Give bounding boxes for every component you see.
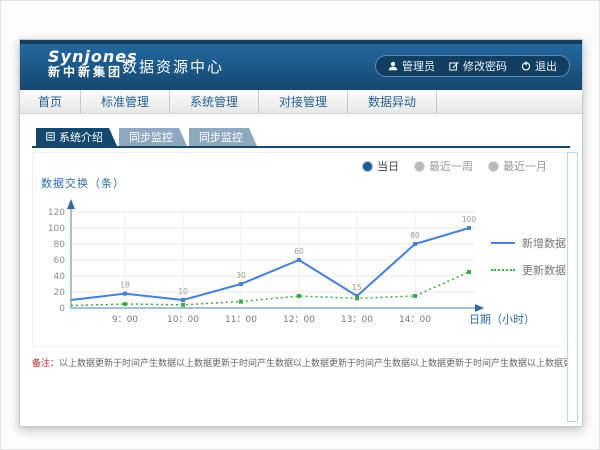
radio-last-month-label: 最近一月 [503,158,547,174]
svg-text:100: 100 [462,215,477,224]
nav-item-interface-mgmt[interactable]: 对接管理 [259,90,348,113]
radio-last-week[interactable]: 最近一周 [415,158,473,174]
tab-bar: 系统介绍 同步监控 同步监控 [36,128,257,146]
svg-text:80: 80 [54,240,66,250]
nav-item-data-change[interactable]: 数据异动 [348,90,437,113]
change-password-button[interactable]: 修改密码 [449,58,507,74]
chart-panel: 当日 最近一周 最近一月 数据交换（条） 0 20 40 60 80 100 120 9：00… [32,152,572,347]
tab-sync-monitor-1[interactable]: 同步监控 [119,128,187,146]
logout-button[interactable]: 退出 [521,58,557,74]
tab-label: 同步监控 [199,129,243,145]
tab-label: 系统介绍 [59,129,103,145]
legend-label: 更新数据 [522,262,566,278]
person-icon [388,61,398,71]
app-header: Synjones 新中新集团 数据资源中心 管理员 修改密码 [20,40,582,90]
footnote-text: 以上数据更新于时间产生数据以上数据更新于时间产生数据以上数据更新于时间产生数据以… [59,359,570,369]
x-axis-title: 日期（小时） [469,311,535,327]
radio-unselected-icon [415,162,424,171]
vertical-scrollbar[interactable] [567,152,578,422]
admin-user-label: 管理员 [402,58,435,74]
chart-legend: 新增数据 更新数据 [491,235,566,289]
user-toolbar: 管理员 修改密码 退出 [375,55,570,77]
tab-underline [32,146,570,148]
radio-today[interactable]: 当日 [363,158,399,174]
svg-text:11：00: 11：00 [225,315,257,325]
logout-label: 退出 [535,58,557,74]
svg-text:15: 15 [352,283,362,292]
svg-text:18: 18 [120,281,130,290]
admin-user-button[interactable]: 管理员 [388,58,435,74]
footnote-prefix: 备注： [32,359,59,369]
svg-text:80: 80 [410,231,420,240]
svg-text:9：00: 9：00 [112,315,138,325]
svg-text:120: 120 [48,208,65,218]
footnote: 备注：以上数据更新于时间产生数据以上数据更新于时间产生数据以上数据更新于时间产生… [32,356,570,369]
main-nav: 首页 标准管理 系统管理 对接管理 数据异动 [20,90,582,114]
page-background: Synjones 新中新集团 数据资源中心 管理员 修改密码 [0,0,600,450]
blue-line-sample [491,242,515,244]
tab-sync-monitor-2[interactable]: 同步监控 [189,128,257,146]
radio-last-month[interactable]: 最近一月 [489,158,547,174]
green-dotted-line-sample [491,269,515,271]
radio-last-week-label: 最近一周 [429,158,473,174]
svg-text:10: 10 [178,287,188,296]
legend-item-new-data: 新增数据 [491,235,566,251]
svg-text:60: 60 [54,256,66,266]
radio-selected-icon [363,162,372,171]
svg-text:40: 40 [54,272,66,282]
svg-text:12：00: 12：00 [283,315,315,325]
nav-item-system-mgmt[interactable]: 系统管理 [170,90,259,113]
radio-today-label: 当日 [377,158,399,174]
line-chart: 0 20 40 60 80 100 120 9：00 10：00 11：00 12：00 13：00 1… [41,191,491,331]
radio-unselected-icon [489,162,498,171]
svg-text:14：00: 14：00 [399,315,431,325]
chart-area: 0 20 40 60 80 100 120 9：00 10：00 11：00 12：00 13：00 1… [41,191,491,335]
nav-item-standard-mgmt[interactable]: 标准管理 [81,90,170,113]
app-window: Synjones 新中新集团 数据资源中心 管理员 修改密码 [19,39,583,427]
time-range-filters: 当日 最近一周 最近一月 [363,158,547,174]
tab-system-intro[interactable]: 系统介绍 [36,128,117,146]
svg-text:100: 100 [48,224,65,234]
edit-icon [449,61,459,71]
page-title: 数据资源中心 [122,56,224,77]
nav-item-home[interactable]: 首页 [20,90,81,113]
svg-text:0: 0 [59,304,65,314]
svg-text:60: 60 [294,247,304,256]
svg-text:13：00: 13：00 [341,315,373,325]
svg-text:30: 30 [236,271,246,280]
tab-label: 同步监控 [129,129,173,145]
power-icon [521,61,531,71]
document-icon [46,131,55,144]
legend-label: 新增数据 [522,235,566,251]
legend-item-updated-data: 更新数据 [491,262,566,278]
svg-text:10：00: 10：00 [167,315,199,325]
svg-text:20: 20 [54,288,66,298]
y-axis-title: 数据交换（条） [41,175,125,191]
change-password-label: 修改密码 [463,58,507,74]
